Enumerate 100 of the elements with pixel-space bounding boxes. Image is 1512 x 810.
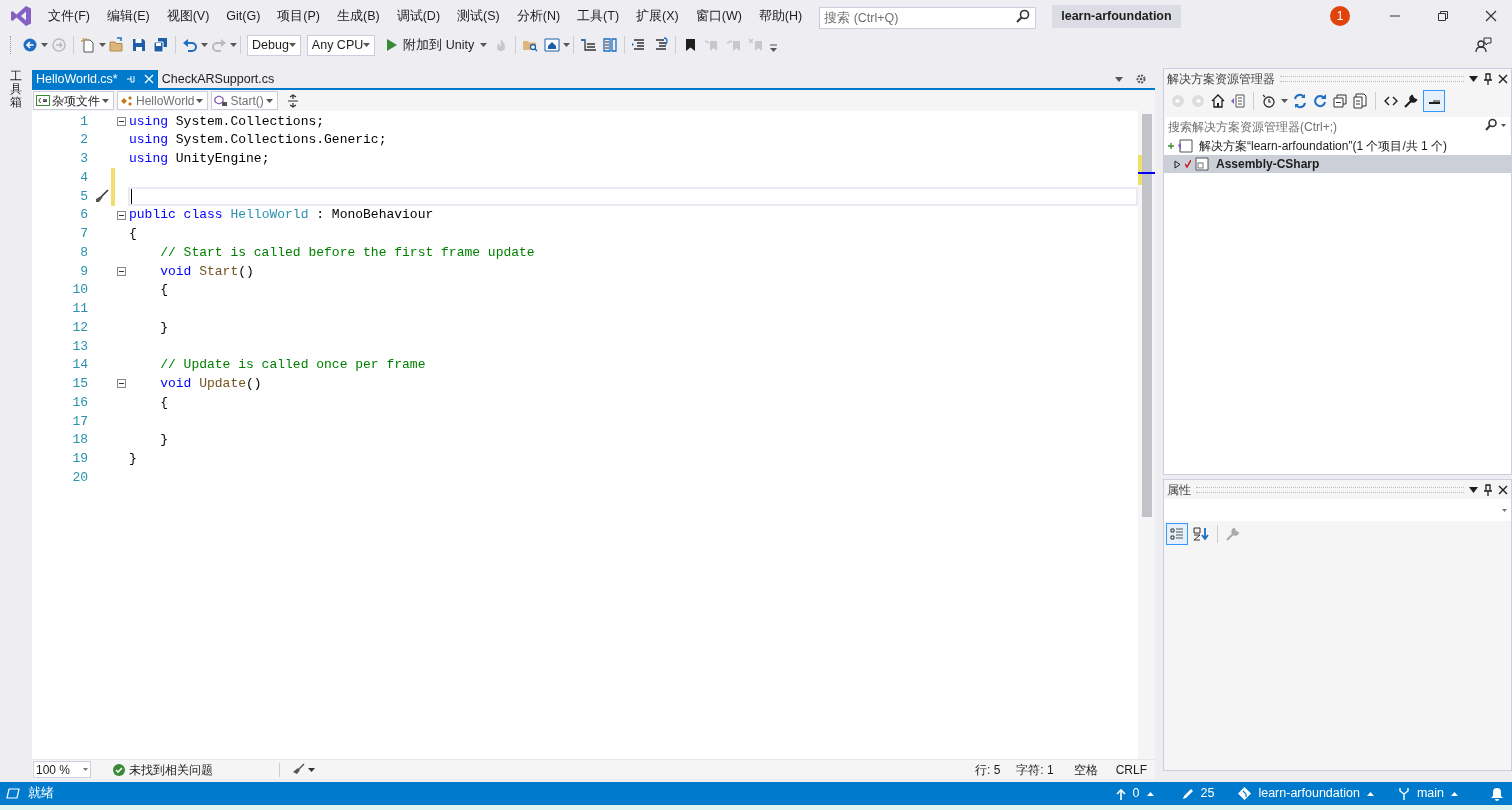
status-item[interactable]: 25 xyxy=(1181,784,1215,803)
close-icon[interactable] xyxy=(1498,484,1508,495)
git-diamond-icon xyxy=(1238,787,1252,800)
open-folder-icon[interactable] xyxy=(109,37,125,53)
file-tab[interactable]: CheckARSupport.cs xyxy=(157,70,279,88)
issues-status[interactable]: 未找到相关问题 xyxy=(129,760,213,779)
categorized-icon[interactable] xyxy=(1169,526,1185,542)
collapse-icon[interactable] xyxy=(117,210,126,220)
tree-item[interactable]: Assembly-CSharp xyxy=(1164,155,1511,173)
restore-icon[interactable] xyxy=(1436,9,1450,23)
indent-comment-icon[interactable] xyxy=(580,37,597,53)
pin-icon[interactable] xyxy=(1483,483,1493,496)
menu-item[interactable]: 分析(N) xyxy=(510,6,567,26)
toolbox-tab[interactable]: 工具箱 xyxy=(10,70,22,110)
solution-search-field[interactable]: 搜索解决方案资源管理器(Ctrl+;) xyxy=(1165,116,1510,138)
uncomment-icon[interactable] xyxy=(653,37,670,53)
sort-alpha-icon[interactable] xyxy=(1192,526,1210,542)
menu-item[interactable]: 视图(V) xyxy=(160,6,216,26)
column-indicator[interactable]: 字符: 1 xyxy=(1016,760,1054,779)
zoom-dropdown[interactable]: 100 % xyxy=(33,761,91,778)
search-icon[interactable] xyxy=(1485,118,1497,132)
code-line: using UnityEngine; xyxy=(129,150,270,169)
dropdown-caret-icon xyxy=(196,98,204,103)
history-icon[interactable] xyxy=(1261,93,1277,109)
configuration-dropdown[interactable]: Debug xyxy=(247,34,301,56)
solution-switch-icon[interactable] xyxy=(1230,93,1246,109)
project-dropdown[interactable]: 杂项文件 xyxy=(33,91,114,110)
code-line: public class HelloWorld : MonoBehaviour xyxy=(129,206,434,225)
solution-name: learn-arfoundation xyxy=(1052,4,1181,28)
menu-item[interactable]: 项目(P) xyxy=(271,6,326,26)
dropdown-caret-icon[interactable] xyxy=(41,43,48,47)
tab-list-caret-icon[interactable] xyxy=(1115,76,1123,82)
vertical-scrollbar[interactable] xyxy=(1138,111,1155,759)
bell-icon[interactable] xyxy=(1490,786,1504,801)
status-item[interactable]: main xyxy=(1397,784,1458,803)
attach-unity-button[interactable]: 附加到 Unity xyxy=(384,34,491,56)
browser-home-icon[interactable] xyxy=(544,37,561,53)
menu-item[interactable]: 编辑(E) xyxy=(100,6,156,26)
line-indicator[interactable]: 行: 5 xyxy=(974,760,1001,779)
collapse-icon[interactable] xyxy=(117,379,126,389)
brush-icon[interactable] xyxy=(292,763,305,776)
close-icon[interactable] xyxy=(1498,73,1508,84)
menu-item[interactable]: 测试(S) xyxy=(451,6,506,26)
line-number: 18 xyxy=(71,431,88,450)
dropdown-caret-icon[interactable] xyxy=(1281,99,1288,103)
search-icon[interactable] xyxy=(1016,9,1031,23)
member-dropdown[interactable]: Start() xyxy=(211,91,278,110)
quick-actions-brush-icon[interactable] xyxy=(94,189,109,204)
output-window-icon[interactable] xyxy=(6,788,20,799)
pin-icon[interactable] xyxy=(1483,72,1493,85)
dropdown-caret-icon[interactable] xyxy=(99,43,106,47)
save-icon[interactable] xyxy=(131,37,147,53)
panel-menu-caret-icon[interactable] xyxy=(1469,75,1478,82)
menu-item[interactable]: 扩展(X) xyxy=(630,6,685,26)
menu-item[interactable]: 生成(B) xyxy=(331,6,386,26)
tree-item[interactable]: 解决方案“learn-arfoundation”(1 个项目/共 1 个) xyxy=(1164,137,1511,155)
code-line: { xyxy=(129,225,137,244)
menu-item[interactable]: 调试(D) xyxy=(390,6,447,26)
menu-item[interactable]: 帮助(H) xyxy=(752,6,809,26)
collapse-all-icon[interactable] xyxy=(1332,93,1348,109)
menu-item[interactable]: 窗口(W) xyxy=(689,6,748,26)
show-all-files-icon[interactable] xyxy=(1352,93,1368,109)
home-icon[interactable] xyxy=(1210,93,1226,109)
menu-item[interactable]: 文件(F) xyxy=(42,6,96,26)
sync-icon[interactable] xyxy=(1292,93,1308,109)
refresh-icon[interactable] xyxy=(1312,93,1328,109)
settings-icon[interactable] xyxy=(1135,73,1147,85)
search-field[interactable]: 搜索 (Ctrl+Q) xyxy=(819,7,1037,29)
line-ending-indicator[interactable]: CRLF xyxy=(1115,760,1147,779)
split-view-icon[interactable] xyxy=(602,37,619,53)
collapse-icon[interactable] xyxy=(117,116,126,126)
new-item-icon[interactable] xyxy=(80,37,96,53)
indent-indicator[interactable]: 空格 xyxy=(1073,760,1098,779)
platform-dropdown[interactable]: Any CPU xyxy=(306,34,376,56)
line-number: 4 xyxy=(79,168,88,187)
split-editor-icon[interactable] xyxy=(286,93,299,108)
status-item[interactable]: learn-arfoundation xyxy=(1238,784,1374,803)
save-all-icon[interactable] xyxy=(153,37,169,53)
dropdown-caret-icon[interactable] xyxy=(563,43,571,47)
properties-wrench-icon[interactable] xyxy=(1403,93,1419,109)
overflow-caret-icon[interactable] xyxy=(769,43,779,53)
close-icon[interactable] xyxy=(1484,9,1498,23)
collapse-icon[interactable] xyxy=(117,266,126,276)
expand-arrow-icon[interactable] xyxy=(1174,159,1182,169)
panel-menu-caret-icon[interactable] xyxy=(1469,486,1478,493)
notification-badge[interactable]: 1 xyxy=(1330,6,1350,26)
dropdown-caret-icon[interactable] xyxy=(308,767,315,772)
dropdown-caret-icon[interactable] xyxy=(201,43,208,47)
visual-studio-logo-icon[interactable] xyxy=(10,5,32,27)
menu-item[interactable]: 工具(T) xyxy=(571,6,626,26)
dropdown-caret-icon[interactable] xyxy=(230,43,237,47)
back-icon[interactable] xyxy=(22,37,38,53)
live-share-icon[interactable] xyxy=(1474,36,1492,54)
menu-item[interactable]: Git(G) xyxy=(220,6,267,26)
csharp-file-icon xyxy=(36,95,50,106)
dropdown-caret-icon[interactable] xyxy=(1501,123,1506,127)
status-item[interactable]: 0 xyxy=(1115,784,1154,803)
solution-icon xyxy=(1177,139,1193,153)
type-dropdown[interactable]: HelloWorld xyxy=(117,91,209,110)
undo-icon[interactable] xyxy=(182,37,198,53)
